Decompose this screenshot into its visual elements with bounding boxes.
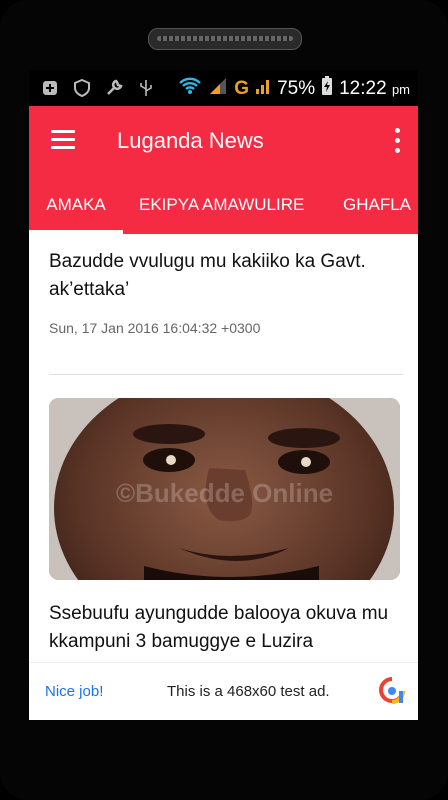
- tab-ekipya-amawulire[interactable]: EKIPYA AMAWULIRE: [139, 176, 304, 234]
- wifi-icon: [178, 77, 202, 100]
- shield-icon: [73, 79, 91, 97]
- status-bar: G 75% 12:22 pm: [29, 70, 418, 106]
- battery-percent: 75%: [277, 77, 316, 99]
- signal-bars-icon: [255, 77, 271, 100]
- app-title: Luganda News: [117, 128, 264, 153]
- network-type-label: G: [234, 77, 250, 99]
- article-title[interactable]: Bazudde vvulugu mu kakiiko ka Gavt. ak’e…: [49, 248, 401, 304]
- image-watermark: ©Bukedde Online: [115, 478, 334, 508]
- tab-bar: AMAKA EKIPYA AMAWULIRE GHAFLA: [29, 176, 418, 234]
- divider: [49, 374, 403, 375]
- menu-icon[interactable]: [51, 130, 75, 150]
- article-title[interactable]: Ssebuufu ayungudde balooya okuva mu kkam…: [49, 600, 401, 656]
- ad-banner[interactable]: Nice job! This is a 468x60 test ad.: [29, 662, 418, 720]
- news-list: Bazudde vvulugu mu kakiiko ka Gavt. ak’e…: [29, 234, 418, 662]
- more-options-icon[interactable]: [392, 128, 402, 154]
- phone-frame: G 75% 12:22 pm Luganda News AMAKA EKIPYA…: [0, 0, 448, 800]
- article-image[interactable]: ©Bukedde Online: [49, 398, 400, 580]
- clock: 12:22 pm: [339, 77, 410, 99]
- notification-plus-icon: [41, 79, 59, 97]
- wrench-icon: [105, 79, 123, 97]
- signal-icon: [208, 77, 228, 100]
- battery-charging-icon: [321, 76, 333, 101]
- speaker-grille: [148, 28, 302, 50]
- ad-nice-label: Nice job!: [45, 683, 104, 700]
- tab-ghafla[interactable]: GHAFLA: [343, 176, 411, 234]
- usb-icon: [137, 79, 155, 97]
- tab-amaka[interactable]: AMAKA: [29, 176, 123, 234]
- article-date: Sun, 17 Jan 2016 16:04:32 +0300: [49, 320, 261, 336]
- screen: G 75% 12:22 pm Luganda News AMAKA EKIPYA…: [29, 70, 418, 720]
- app-bar: Luganda News: [29, 106, 418, 176]
- ad-logo-icon: [379, 677, 405, 705]
- ad-text: This is a 468x60 test ad.: [167, 683, 330, 700]
